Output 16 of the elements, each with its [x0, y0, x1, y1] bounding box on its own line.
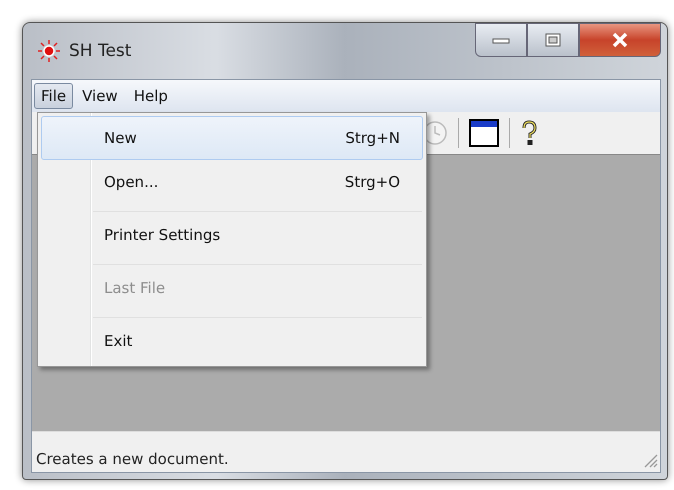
- close-button[interactable]: [579, 23, 661, 57]
- status-text: Creates a new document.: [36, 450, 229, 468]
- minimize-button[interactable]: [475, 23, 527, 57]
- menu-item[interactable]: Help: [126, 83, 175, 109]
- maximize-icon: [544, 32, 562, 48]
- help-icon[interactable]: [520, 119, 538, 147]
- maximize-button[interactable]: [527, 23, 579, 57]
- menu-entry[interactable]: Exit: [41, 319, 423, 363]
- close-icon: [611, 32, 629, 48]
- window-icon[interactable]: [469, 119, 499, 147]
- window-title: SH Test: [69, 41, 132, 61]
- sun-icon: [37, 39, 61, 63]
- menu-item[interactable]: File: [34, 83, 74, 109]
- menu-item[interactable]: View: [75, 83, 125, 109]
- resize-grip-icon[interactable]: [642, 452, 658, 468]
- menu-entry[interactable]: New Strg+N: [41, 116, 423, 160]
